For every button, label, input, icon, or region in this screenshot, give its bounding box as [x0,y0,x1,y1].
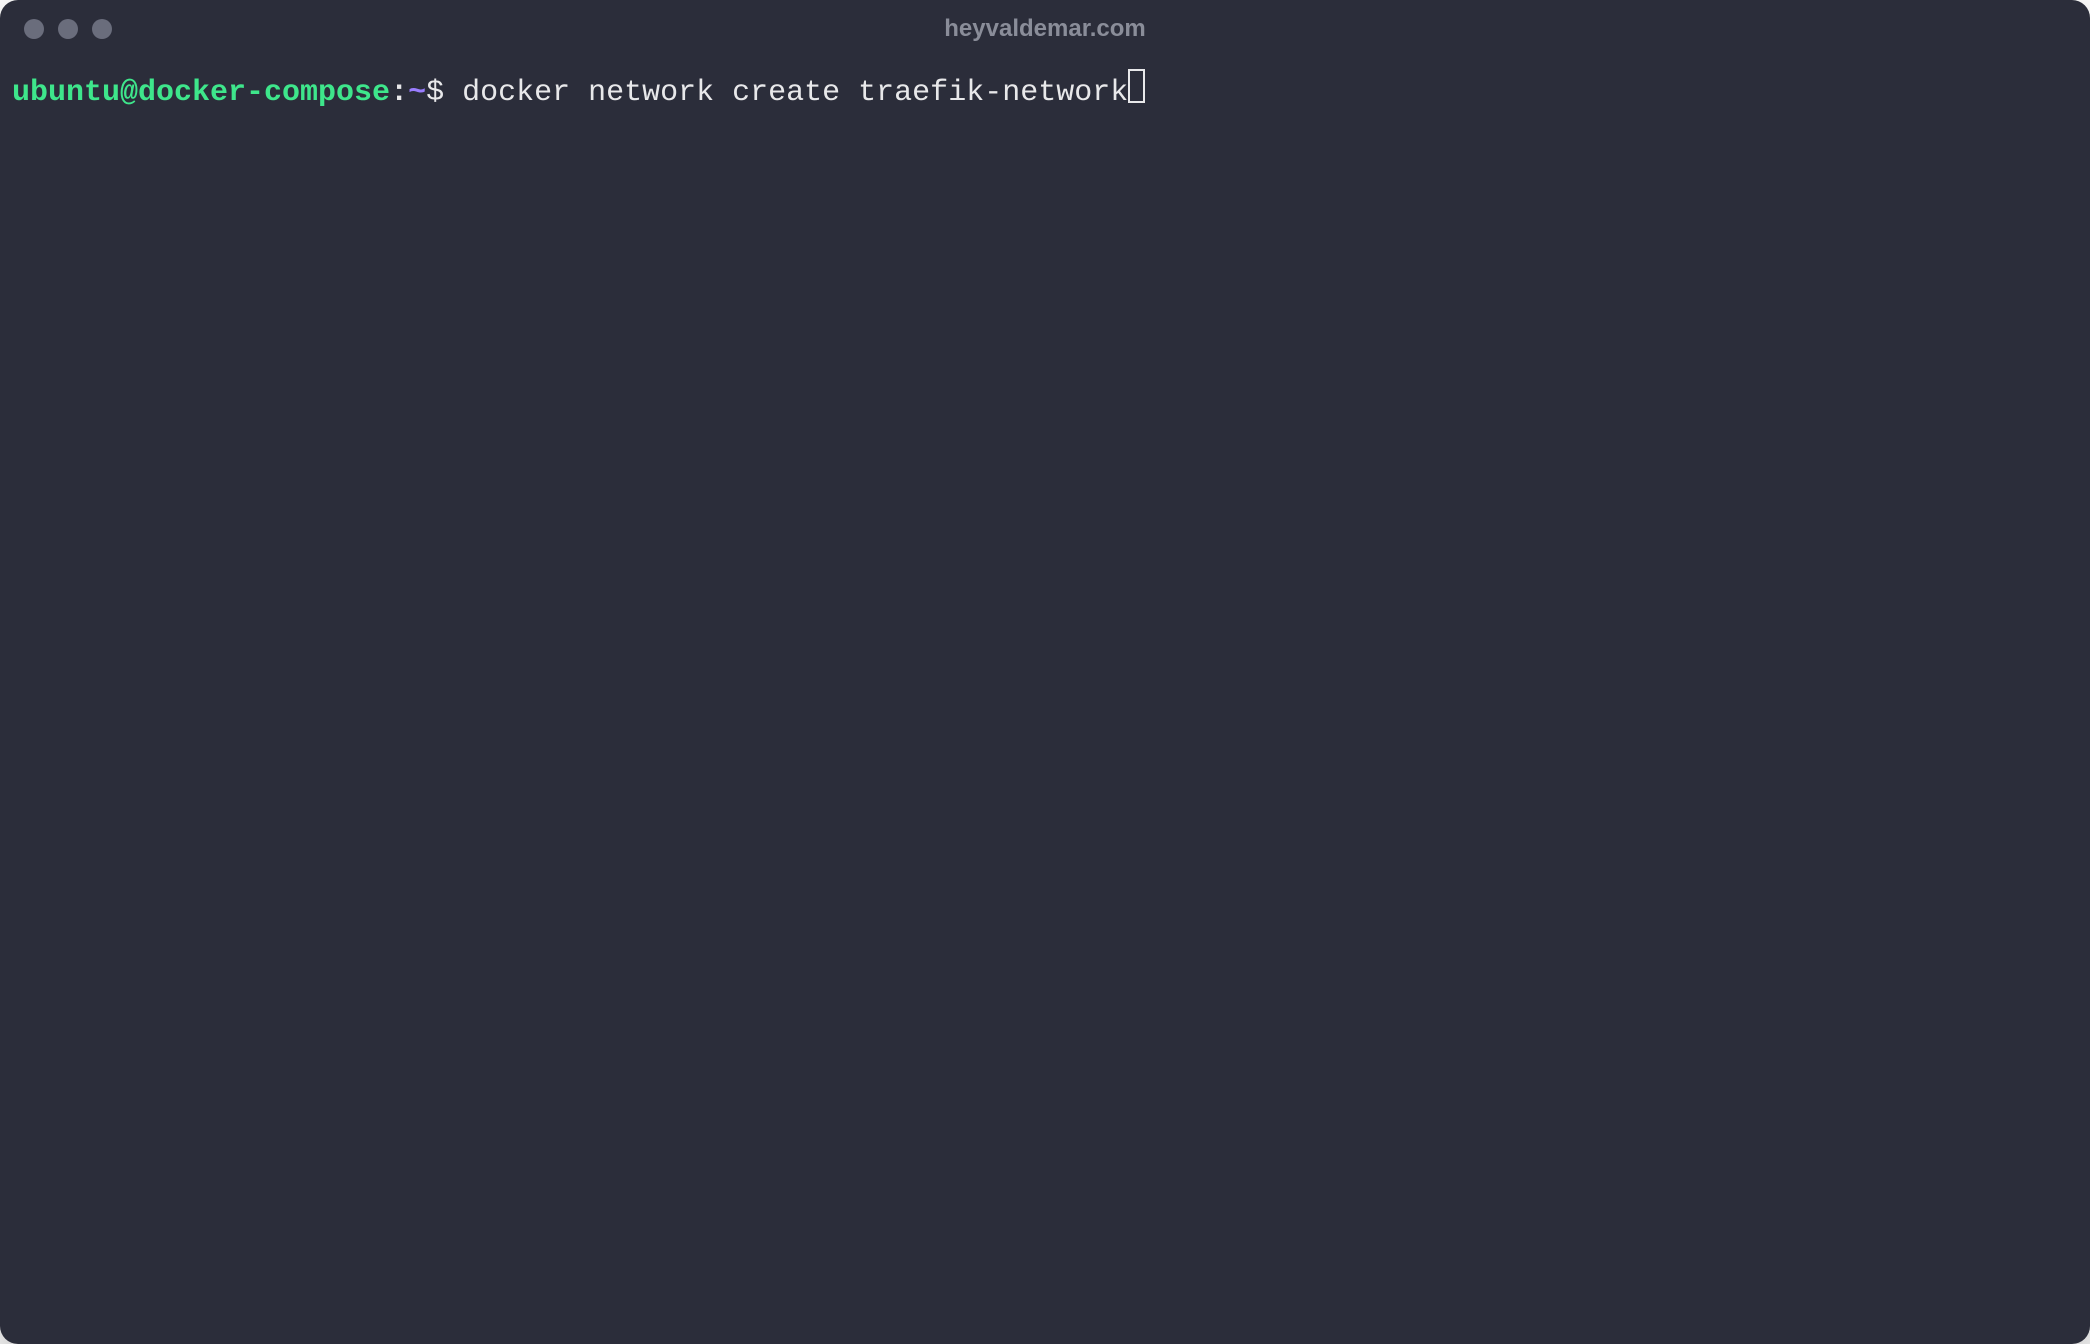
prompt-colon: : [390,73,408,114]
terminal-window: heyvaldemar.com ubuntu@docker-compose:~$… [0,0,2090,1344]
window-controls [24,19,112,39]
maximize-icon[interactable] [92,19,112,39]
minimize-icon[interactable] [58,19,78,39]
window-title: heyvaldemar.com [944,15,1145,43]
terminal-body[interactable]: ubuntu@docker-compose:~$ docker network … [0,58,2090,1344]
title-bar: heyvaldemar.com [0,0,2090,58]
cursor-icon [1128,69,1145,103]
prompt-user-host: ubuntu@docker-compose [12,73,390,114]
prompt-symbol: $ [426,73,462,114]
prompt-path: ~ [408,73,426,114]
prompt-line: ubuntu@docker-compose:~$ docker network … [12,66,2078,114]
command-input[interactable]: docker network create traefik-network [462,73,1128,114]
close-icon[interactable] [24,19,44,39]
